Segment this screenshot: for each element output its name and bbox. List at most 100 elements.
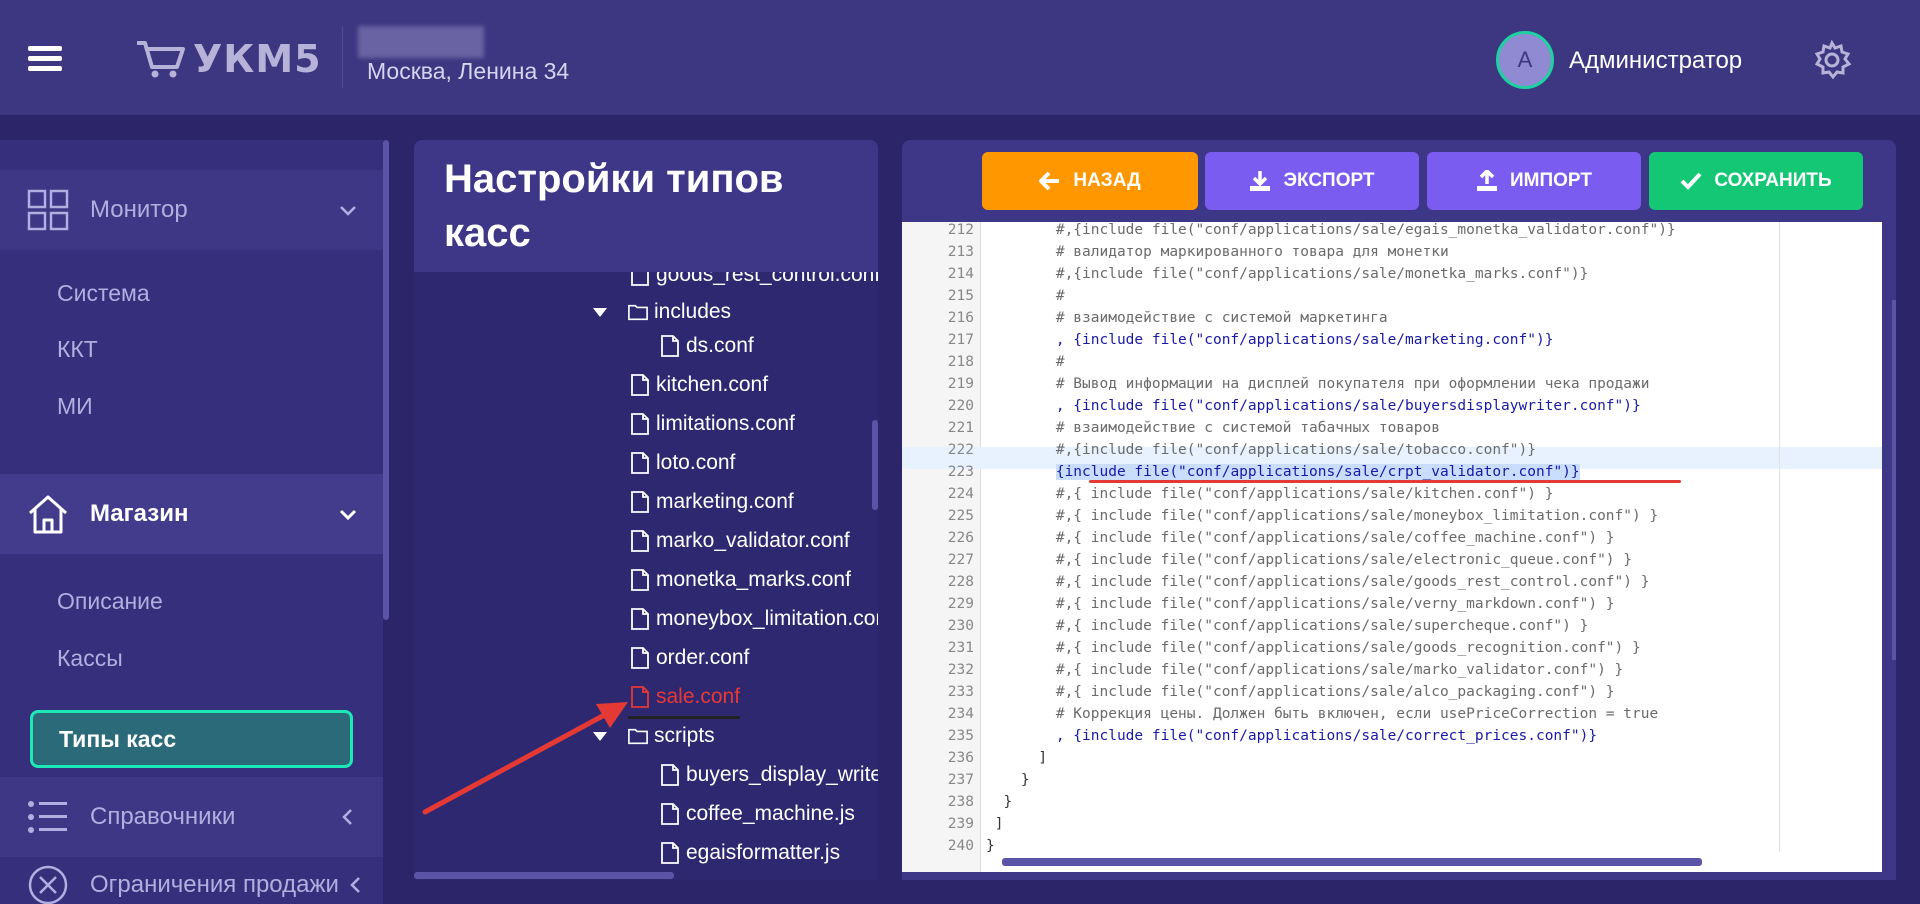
line-number: 217 — [947, 332, 974, 348]
code-line[interactable]: ] — [986, 816, 1004, 832]
code-line[interactable]: #,{include file("conf/applications/sale/… — [986, 442, 1536, 458]
code-line[interactable]: #,{ include file("conf/applications/sale… — [986, 640, 1641, 656]
code-editor[interactable]: 212 #,{include file("conf/applications/s… — [902, 222, 1882, 872]
sidebar-item-description[interactable]: Описание — [57, 588, 163, 615]
code-line[interactable]: #,{include file("conf/applications/sale/… — [986, 222, 1676, 238]
code-line[interactable]: #,{ include file("conf/applications/sale… — [986, 530, 1615, 546]
code-line[interactable]: #,{ include file("conf/applications/sale… — [986, 618, 1589, 634]
caret-down-icon[interactable] — [593, 308, 607, 317]
tree-file[interactable]: marko_validator.conf — [630, 526, 850, 556]
caret-down-icon[interactable] — [593, 732, 607, 741]
code-line[interactable]: # валидатор маркированного товара для мо… — [986, 244, 1449, 260]
tree-file[interactable]: order.conf — [630, 643, 749, 673]
code-line[interactable]: #,{ include file("conf/applications/sale… — [986, 574, 1650, 590]
sidebar-item-cashboxes[interactable]: Кассы — [57, 645, 123, 672]
export-button[interactable]: ЭКСПОРТ — [1205, 152, 1419, 210]
back-button[interactable]: НАЗАД — [982, 152, 1198, 210]
line-number: 231 — [947, 640, 974, 656]
code-line[interactable]: #,{include file("conf/applications/sale/… — [986, 266, 1589, 282]
editor-scrollbar-horizontal[interactable] — [1002, 858, 1702, 866]
line-number: 238 — [947, 794, 974, 810]
sidebar-section-sale-limits[interactable]: Ограничения продажи — [0, 855, 383, 904]
import-button[interactable]: ИМПОРТ — [1427, 152, 1641, 210]
tree-scrollbar-horizontal[interactable] — [414, 872, 674, 879]
code-line[interactable]: , {include file("conf/applications/sale/… — [986, 728, 1597, 744]
file-icon — [661, 803, 679, 825]
line-number: 214 — [947, 266, 974, 282]
tree-file[interactable]: limitations.conf — [630, 409, 795, 439]
code-line[interactable]: } — [986, 838, 995, 854]
tree-file[interactable]: goods_rest_control.conf — [630, 272, 878, 290]
file-icon — [631, 530, 649, 552]
tree-file[interactable]: moneybox_limitation.conf — [630, 604, 878, 634]
code-line[interactable]: , {include file("conf/applications/sale/… — [986, 332, 1554, 348]
sidebar-item-kkt[interactable]: ККТ — [57, 336, 98, 363]
line-number: 229 — [947, 596, 974, 612]
user-name[interactable]: Администратор — [1569, 47, 1742, 75]
tree-file[interactable]: monetka_marks.conf — [630, 565, 851, 595]
print-margin — [1779, 222, 1780, 852]
header-divider — [342, 26, 343, 88]
sidebar-item-cashbox-types[interactable]: Типы касс — [30, 710, 353, 768]
code-line[interactable]: #,{ include file("conf/applications/sale… — [986, 662, 1623, 678]
code-line[interactable]: } — [986, 772, 1030, 788]
code-line[interactable]: ] — [986, 750, 1047, 766]
page-title: Настройки типов касс — [444, 157, 784, 255]
code-line[interactable]: #,{ include file("conf/applications/sale… — [986, 508, 1658, 524]
line-number: 240 — [947, 838, 974, 854]
editor-scrollbar-vertical[interactable] — [1892, 300, 1896, 660]
chevron-down-icon — [339, 509, 357, 521]
file-tree-panel: Настройки типов касс goods_rest_control.… — [414, 140, 878, 880]
chevron-left-icon — [342, 809, 352, 825]
list-icon — [28, 801, 67, 833]
gear-icon[interactable] — [1812, 40, 1852, 80]
code-line[interactable]: # Коррекция цены. Должен быть включен, е… — [986, 706, 1658, 722]
tree-file[interactable]: coffee_machine.js — [660, 799, 855, 829]
tree-folder[interactable]: scripts — [628, 721, 715, 751]
line-number: 227 — [947, 552, 974, 568]
code-line[interactable]: #,{ include file("conf/applications/sale… — [986, 684, 1615, 700]
save-button[interactable]: СОХРАНИТЬ — [1649, 152, 1863, 210]
tree-file[interactable]: loto.conf — [630, 448, 735, 478]
code-line[interactable]: #,{ include file("conf/applications/sale… — [986, 596, 1615, 612]
tree-file-selected[interactable]: sale.conf — [630, 682, 740, 712]
line-number: 213 — [947, 244, 974, 260]
tree-file[interactable]: ds.conf — [660, 331, 754, 361]
menu-icon[interactable] — [28, 46, 62, 72]
logo: УКМ5 — [135, 34, 322, 84]
avatar[interactable]: A — [1496, 31, 1554, 89]
code-line[interactable]: } — [986, 794, 1012, 810]
home-icon — [29, 495, 67, 534]
tree-file[interactable]: marketing.conf — [630, 487, 794, 517]
sidebar-section-monitor[interactable]: Монитор — [0, 170, 383, 250]
code-line[interactable]: {include file("conf/applications/sale/cr… — [986, 464, 1580, 480]
sidebar-label-monitor: Монитор — [90, 196, 188, 223]
tree-file[interactable]: kitchen.conf — [630, 370, 768, 400]
file-icon — [631, 686, 649, 708]
file-icon — [631, 608, 649, 630]
sidebar-item-mi[interactable]: МИ — [57, 393, 93, 420]
code-line[interactable]: #,{ include file("conf/applications/sale… — [986, 552, 1632, 568]
code-line[interactable]: # взаимодействие с системой маркетинга — [986, 310, 1388, 326]
code-line[interactable]: # — [986, 288, 1065, 304]
tree-scrollbar-vertical[interactable] — [872, 420, 878, 510]
code-line[interactable]: , {include file("conf/applications/sale/… — [986, 398, 1641, 414]
code-line[interactable]: #,{ include file("conf/applications/sale… — [986, 486, 1554, 502]
line-number: 222 — [947, 442, 974, 458]
tree-file[interactable]: egaisformatter.js — [660, 838, 840, 868]
tree-folder[interactable]: includes — [628, 297, 731, 327]
file-icon — [661, 842, 679, 864]
sidebar-section-references[interactable]: Справочники — [0, 777, 383, 857]
code-line[interactable]: # Вывод информации на дисплей покупателя… — [986, 376, 1650, 392]
code-line[interactable]: # — [986, 354, 1065, 370]
check-icon — [1680, 172, 1702, 190]
sidebar-section-shop[interactable]: Магазин — [0, 474, 383, 554]
blurred-store-name — [358, 26, 484, 58]
folder-icon — [628, 304, 648, 321]
code-line[interactable]: # взаимодействие с системой табачных тов… — [986, 420, 1440, 436]
editor-panel: НАЗАД ЭКСПОРТ ИМПОРТ СОХРАНИТЬ 212 #,{in… — [902, 140, 1896, 880]
sidebar-scrollbar[interactable] — [383, 140, 389, 620]
sidebar-item-system[interactable]: Система — [57, 280, 150, 307]
tree-file[interactable]: buyers_display_writer.js — [660, 760, 878, 790]
logo-text: УКМ5 — [193, 37, 322, 81]
